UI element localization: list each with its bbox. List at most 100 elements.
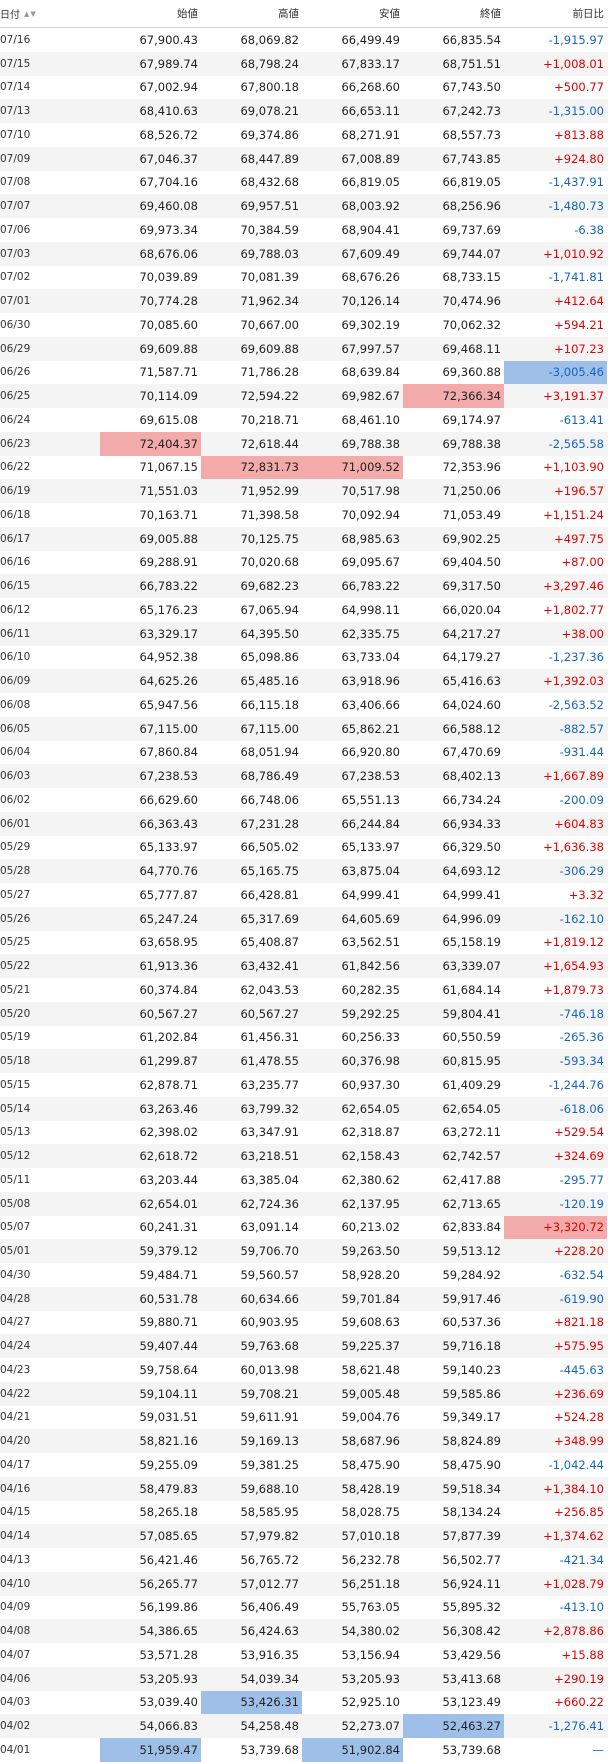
cell-high: 68,051.94 [240, 745, 299, 760]
cell-change: -618.06 [559, 1101, 604, 1116]
cell-high: 69,682.23 [240, 579, 299, 594]
cell-low: 66,244.84 [341, 816, 400, 831]
cell-open: 63,658.95 [139, 935, 198, 950]
cell-open: 69,609.88 [139, 341, 198, 356]
cell-date: 06/15 [0, 580, 31, 593]
cell-open: 64,952.38 [139, 650, 198, 665]
cell-low: 69,788.38 [341, 436, 400, 451]
cell-open: 53,571.28 [139, 1647, 198, 1662]
cell-low: 54,380.02 [341, 1624, 400, 1639]
cell-change: +290.19 [554, 1671, 604, 1686]
column-header-change[interactable]: 前日比 [504, 0, 607, 27]
cell-change: +3.32 [568, 887, 604, 902]
table-row: 07/08 67,704.16 68,432.68 66,819.05 66,819.0… [0, 170, 608, 195]
cell-change: -1,480.73 [548, 199, 604, 214]
cell-low: 70,517.98 [341, 484, 400, 499]
cell-open: 70,114.09 [139, 389, 198, 404]
cell-close: 67,470.69 [442, 745, 501, 760]
table-row: 04/13 56,421.46 56,765.72 56,232.78 56,502.7… [0, 1548, 608, 1572]
cell-open: 65,247.24 [139, 911, 198, 926]
cell-high: 63,091.14 [240, 1220, 299, 1235]
table-row: 04/09 56,199.86 56,406.49 55,763.05 55,895.3… [0, 1595, 608, 1620]
cell-open: 69,288.91 [139, 555, 198, 570]
cell-change: +1,392.03 [543, 674, 604, 689]
table-row: 06/04 67,860.84 68,051.94 66,920.80 67,470.6… [0, 740, 608, 765]
cell-open: 59,880.71 [139, 1315, 198, 1330]
price-history-table: 日付 ▲ ▼ 始値 高値 安値 終値 前日比 07/16 67,900.43 68,… [0, 0, 608, 1762]
cell-close: 68,256.96 [442, 199, 501, 214]
cell-low: 63,406.66 [341, 697, 400, 712]
cell-high: 68,069.82 [240, 32, 299, 47]
cell-close: 58,475.90 [442, 1457, 501, 1472]
table-row: 07/07 69,460.08 69,957.51 68,003.92 68,256.9… [0, 194, 608, 218]
cell-low: 68,676.26 [341, 270, 400, 285]
cell-change: +1,103.90 [543, 460, 604, 475]
column-header-high[interactable]: 高値 [201, 0, 302, 27]
table-row: 05/20 60,567.27 60,567.27 59,292.25 59,804.4… [0, 1001, 608, 1026]
cell-change: +348.99 [554, 1434, 604, 1449]
cell-change: -1,741.81 [548, 270, 604, 285]
cell-close: 59,585.86 [442, 1386, 501, 1401]
cell-high: 53,739.68 [240, 1742, 299, 1757]
cell-low: 52,925.10 [341, 1695, 400, 1710]
cell-date: 04/03 [0, 1696, 31, 1709]
sort-asc-icon[interactable]: ▲ [24, 10, 29, 18]
cell-high: 69,078.21 [240, 104, 299, 119]
cell-close: 59,284.92 [442, 1267, 501, 1282]
cell-high: 59,381.25 [240, 1457, 299, 1472]
table-row: 06/17 69,005.88 70,125.75 68,985.63 69,902.2… [0, 526, 608, 551]
cell-low: 70,092.94 [341, 507, 400, 522]
cell-date: 06/29 [0, 342, 31, 355]
column-header-date[interactable]: 日付 ▲ ▼ [0, 0, 100, 27]
cell-date: 04/30 [0, 1268, 31, 1281]
cell-high: 67,065.94 [240, 602, 299, 617]
cell-date: 05/20 [0, 1007, 31, 1020]
column-header-close[interactable]: 終値 [403, 0, 504, 27]
cell-change: +1,010.92 [543, 246, 604, 261]
cell-change: -3,005.46 [504, 360, 607, 385]
cell-change: +3,320.72 [504, 1215, 607, 1240]
cell-high: 59,611.91 [240, 1410, 299, 1425]
cell-close: 64,217.27 [442, 626, 501, 641]
table-row: 06/09 64,625.26 65,485.16 63,918.96 65,416.6… [0, 669, 608, 693]
table-row: 05/12 62,618.72 63,218.51 62,158.43 62,742.5… [0, 1144, 608, 1168]
cell-open: 69,973.34 [139, 222, 198, 237]
cell-low: 60,282.35 [341, 982, 400, 997]
cell-open: 67,002.94 [139, 80, 198, 95]
cell-date: 06/05 [0, 722, 31, 735]
cell-high: 56,424.63 [240, 1624, 299, 1639]
cell-date: 05/11 [0, 1173, 31, 1186]
cell-change: -1,042.44 [548, 1457, 604, 1472]
cell-close: 61,409.29 [442, 1077, 501, 1092]
cell-high: 54,258.48 [240, 1719, 299, 1734]
table-row: 06/01 66,363.43 67,231.28 66,244.84 66,934.3… [0, 811, 608, 836]
cell-open: 58,479.83 [139, 1481, 198, 1496]
column-header-open[interactable]: 始値 [100, 0, 201, 27]
table-row: 07/01 70,774.28 71,962.34 70,126.14 70,474.9… [0, 289, 608, 313]
cell-open: 59,255.09 [139, 1457, 198, 1472]
cell-high: 71,962.34 [240, 294, 299, 309]
column-header-low[interactable]: 安値 [302, 0, 403, 27]
cell-change: -632.54 [559, 1267, 604, 1282]
cell-close: 64,999.41 [442, 887, 501, 902]
cell-close: 64,024.60 [442, 697, 501, 712]
cell-close: 68,557.73 [442, 127, 501, 142]
cell-open: 67,115.00 [139, 721, 198, 736]
cell-date: 07/13 [0, 105, 31, 118]
cell-low: 67,609.49 [341, 246, 400, 261]
cell-date: 05/18 [0, 1055, 31, 1068]
cell-high: 65,098.86 [240, 650, 299, 665]
cell-change: +256.85 [554, 1505, 604, 1520]
cell-close: 72,353.96 [442, 460, 501, 475]
cell-open: 64,625.26 [139, 674, 198, 689]
cell-low: 68,985.63 [341, 531, 400, 546]
cell-close: 64,996.09 [442, 911, 501, 926]
cell-high: 60,634.66 [240, 1291, 299, 1306]
cell-open: 67,046.37 [139, 151, 198, 166]
sort-desc-icon[interactable]: ▼ [30, 10, 35, 18]
cell-low: 53,205.93 [341, 1671, 400, 1686]
cell-close: 56,502.77 [442, 1552, 501, 1567]
cell-high: 59,708.21 [240, 1386, 299, 1401]
cell-high: 72,831.73 [201, 455, 302, 480]
table-row: 05/01 59,379.12 59,706.70 59,263.50 59,513.1… [0, 1239, 608, 1263]
